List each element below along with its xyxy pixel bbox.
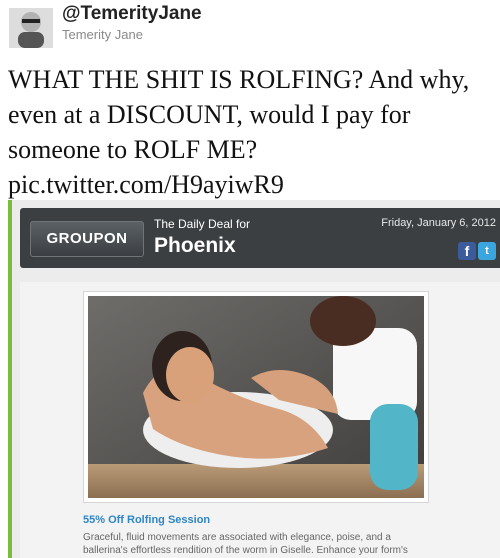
deal-date: Friday, January 6, 2012	[381, 217, 496, 229]
deal-description: Graceful, fluid movements are associated…	[83, 532, 408, 556]
avatar[interactable]	[9, 8, 53, 48]
user-display-name[interactable]: Temerity Jane	[62, 27, 143, 42]
twitter-icon[interactable]: t	[478, 242, 496, 260]
facebook-icon[interactable]: f	[458, 242, 476, 260]
tweet-body: WHAT THE SHIT IS ROLFING? And why, even …	[8, 65, 470, 164]
tweet-image-link[interactable]: pic.twitter.com/H9ayiwR9	[8, 167, 494, 202]
daily-deal-kicker: The Daily Deal for	[154, 217, 251, 231]
deal-photo-frame	[83, 291, 429, 503]
deal-card: 55% Off Rolfing Session Graceful, fluid …	[20, 282, 500, 558]
tweet-text: WHAT THE SHIT IS ROLFING? And why, even …	[8, 62, 494, 202]
groupon-logo: GROUPON	[30, 221, 144, 257]
tweet: @TemerityJane Temerity Jane WHAT THE SHI…	[0, 0, 500, 558]
social-icons: f t	[458, 242, 496, 260]
groupon-header: GROUPON The Daily Deal for Phoenix Frida…	[20, 208, 500, 268]
deal-city: Phoenix	[154, 234, 236, 257]
user-handle[interactable]: @TemerityJane	[62, 3, 202, 25]
deal-photo	[88, 296, 424, 498]
avatar-image	[9, 8, 53, 48]
deal-title-link[interactable]: 55% Off Rolfing Session	[83, 514, 210, 526]
attached-groupon-screenshot[interactable]: GROUPON The Daily Deal for Phoenix Frida…	[8, 200, 500, 558]
